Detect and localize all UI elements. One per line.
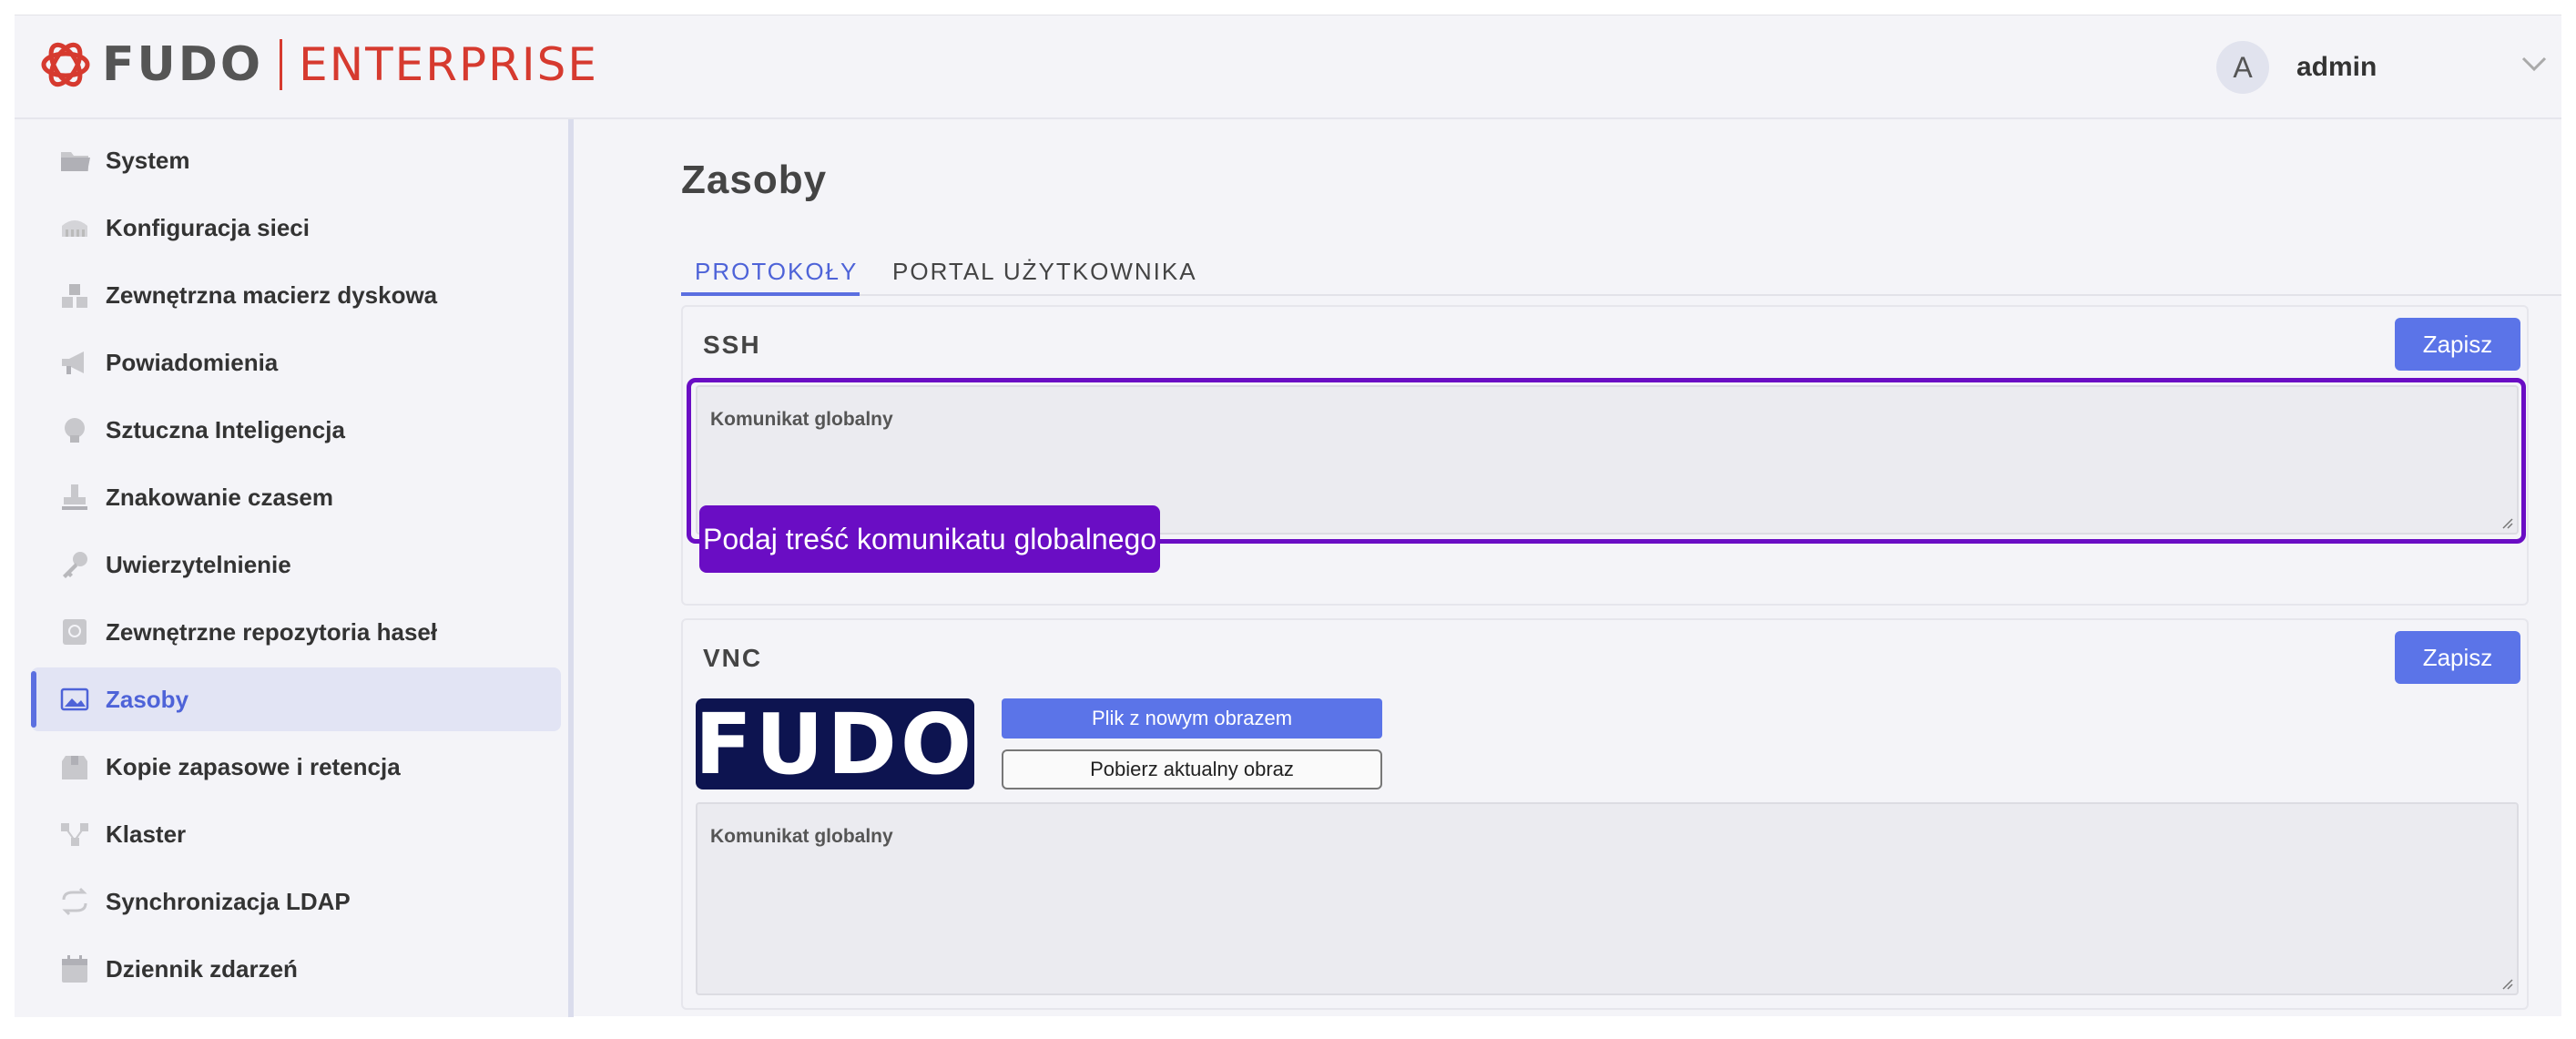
sidebar-item-event-log[interactable]: Dziennik zdarzeń xyxy=(31,937,561,1001)
resize-handle-icon[interactable] xyxy=(2500,977,2513,990)
sidebar-item-backups[interactable]: Kopie zapasowe i retencja xyxy=(31,735,561,799)
box-icon xyxy=(62,756,87,779)
key-icon xyxy=(63,552,87,578)
vnc-global-message-field[interactable]: Komunikat globalny xyxy=(696,802,2519,995)
user-menu[interactable]: A admin xyxy=(2216,40,2377,95)
sidebar-item-label: System xyxy=(106,146,190,174)
sidebar-item-cluster[interactable]: Klaster xyxy=(31,802,561,866)
active-tab-indicator xyxy=(681,292,860,296)
sidebar-item-label: Znakowanie czasem xyxy=(106,483,333,511)
tab-protocols[interactable]: PROTOKOŁY xyxy=(695,258,858,286)
tab-user-portal[interactable]: PORTAL UŻYTKOWNIKA xyxy=(892,258,1197,286)
ssh-title: SSH xyxy=(703,331,761,359)
chevron-down-icon[interactable] xyxy=(2520,50,2548,77)
download-image-button[interactable]: Pobierz aktualny obraz xyxy=(1002,749,1382,789)
sidebar-item-label: Sztuczna Inteligencja xyxy=(106,415,345,443)
sidebar-item-network[interactable]: Konfiguracja sieci xyxy=(31,196,561,260)
main-content: Zasoby PROTOKOŁY PORTAL UŻYTKOWNIKA SSH … xyxy=(574,119,2561,1017)
logo-enterprise-text: ENTERPRISE xyxy=(299,38,598,91)
image-icon xyxy=(60,688,89,711)
sidebar-item-label: Kopie zapasowe i retencja xyxy=(106,752,401,780)
vnc-save-button[interactable]: Zapisz xyxy=(2395,631,2520,684)
sidebar-item-notifications[interactable]: Powiadomienia xyxy=(31,331,561,394)
cluster-icon xyxy=(61,823,88,846)
megaphone-icon xyxy=(62,351,84,374)
fudo-logo-icon xyxy=(41,42,90,87)
calendar-icon xyxy=(62,955,87,983)
page-title: Zasoby xyxy=(681,158,828,202)
sidebar-item-label: Uwierzytelnienie xyxy=(106,550,291,578)
sidebar-item-authentication[interactable]: Uwierzytelnienie xyxy=(31,533,561,596)
vnc-field-label: Komunikat globalny xyxy=(710,826,893,847)
app-frame: FUDO ENTERPRISE A admin System Konfigura… xyxy=(15,15,2561,1017)
sidebar-item-label: Zewnętrzna macierz dyskowa xyxy=(106,280,438,309)
stamp-icon xyxy=(62,484,87,510)
folder-icon xyxy=(61,152,90,171)
vnc-logo-text: FUDO xyxy=(694,695,976,793)
top-bar: FUDO ENTERPRISE A admin xyxy=(15,15,2561,119)
sidebar-item-ai[interactable]: Sztuczna Inteligencja xyxy=(31,398,561,462)
vault-icon xyxy=(63,619,87,645)
ssh-panel: SSH Zapisz Komunikat globalny Podaj treś… xyxy=(681,305,2529,606)
sidebar-item-label: Zewnętrzne repozytoria haseł xyxy=(106,617,438,646)
disk-array-icon xyxy=(62,284,87,308)
resize-handle-icon[interactable] xyxy=(2500,516,2513,529)
sidebar-item-label: Dziennik zdarzeń xyxy=(106,954,298,983)
vnc-logo-image: FUDO xyxy=(695,696,974,793)
sidebar-item-label: Klaster xyxy=(106,820,187,848)
ssh-field-label: Komunikat globalny xyxy=(710,409,893,430)
avatar: A xyxy=(2216,41,2269,94)
sidebar-item-password-vaults[interactable]: Zewnętrzne repozytoria haseł xyxy=(31,600,561,664)
sidebar-item-system[interactable]: System xyxy=(31,128,561,192)
sidebar-item-ldap-sync[interactable]: Synchronizacja LDAP xyxy=(31,870,561,933)
brain-icon xyxy=(65,418,85,443)
username: admin xyxy=(2296,52,2377,82)
fudo-logo[interactable]: FUDO ENTERPRISE xyxy=(38,36,598,94)
sidebar-item-label: Synchronizacja LDAP xyxy=(106,887,351,915)
sidebar-item-label: Zasoby xyxy=(106,685,189,713)
ssh-save-button[interactable]: Zapisz xyxy=(2395,318,2520,371)
sync-icon xyxy=(62,887,87,916)
logo-separator xyxy=(280,39,283,90)
upload-image-button[interactable]: Plik z nowym obrazem xyxy=(1002,698,1382,739)
vnc-panel: VNC Zapisz FUDO Plik z nowym obrazem Pob… xyxy=(681,618,2529,1010)
sidebar-item-label: Konfiguracja sieci xyxy=(106,213,310,241)
sidebar-item-timestamp[interactable]: Znakowanie czasem xyxy=(31,465,561,529)
vnc-title: VNC xyxy=(703,644,763,672)
sidebar-item-resources[interactable]: Zasoby xyxy=(31,667,561,731)
tab-bar: PROTOKOŁY PORTAL UŻYTKOWNIKA xyxy=(681,250,2561,296)
ssh-placeholder-text: Podaj treść komunikatu globalnego xyxy=(699,505,1161,573)
sidebar-item-disk-array[interactable]: Zewnętrzna macierz dyskowa xyxy=(31,263,561,327)
logo-fudo-text: FUDO xyxy=(102,37,264,92)
sidebar: System Konfiguracja sieci Zewnętrzna mac… xyxy=(15,119,570,1017)
network-icon xyxy=(62,220,87,237)
sidebar-item-label: Powiadomienia xyxy=(106,348,279,376)
